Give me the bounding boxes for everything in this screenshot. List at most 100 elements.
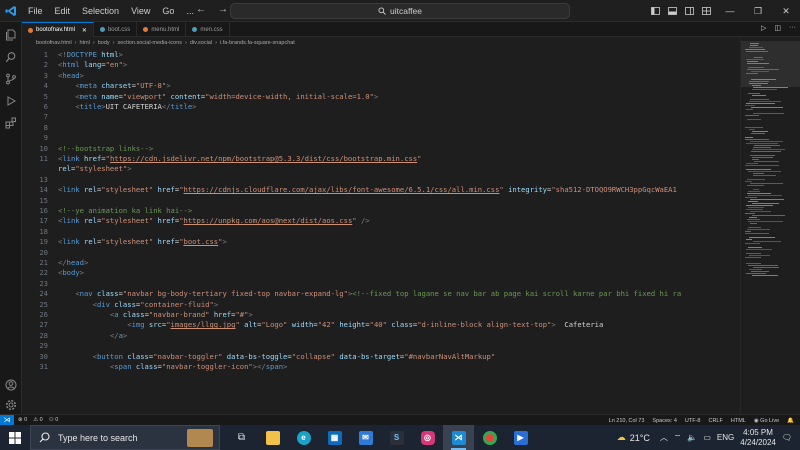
code-line[interactable]: 7 (22, 112, 740, 122)
code-line[interactable]: 6 <title>UIT CAFETERIA</title> (22, 102, 740, 112)
code-line[interactable]: 15 (22, 196, 740, 206)
vscode-taskbar-button[interactable]: ⋊ (443, 425, 474, 450)
input-language[interactable]: ENG (717, 433, 734, 442)
battery-icon[interactable]: ▭ (703, 433, 711, 442)
tab-men-css[interactable]: men.css (186, 22, 230, 37)
tab-menu-html[interactable]: menu.html (137, 22, 187, 37)
code-line[interactable]: 4 <meta charset="UTF-8"> (22, 81, 740, 91)
code-line[interactable]: 19 <link rel="stylesheet" href="boot.css"… (22, 237, 740, 247)
speaker-icon[interactable]: 🔈 (687, 433, 697, 442)
edge-browser-button[interactable]: e (288, 425, 319, 450)
cursor-position[interactable]: Ln 210, Col 73 (609, 418, 645, 424)
code-line[interactable]: 1 <!DOCTYPE html> (22, 50, 740, 60)
breadcrumb-item[interactable]: html (80, 40, 90, 46)
menu-file[interactable]: File (22, 6, 49, 16)
code-line[interactable]: rel="stylesheet"> (22, 164, 740, 174)
code-line[interactable]: 28 </a> (22, 331, 740, 341)
tab-boot-css[interactable]: boot.css (94, 22, 138, 37)
breadcrumb-item[interactable]: bootofnav.html (36, 40, 72, 46)
warnings-count[interactable]: ⚠ 0 (33, 417, 43, 423)
remote-indicator-icon[interactable]: ⋊ (0, 414, 14, 426)
code-line[interactable]: 25 <div class="container-fluid"> (22, 300, 740, 310)
errors-count[interactable]: ⊗ 0 (18, 417, 27, 423)
source-control-icon[interactable] (0, 68, 22, 90)
forward-arrow-icon[interactable]: → (218, 4, 228, 15)
extensions-icon[interactable] (0, 112, 22, 134)
code-line[interactable]: 21 </head> (22, 258, 740, 268)
run-debug-icon[interactable] (0, 90, 22, 112)
app-button[interactable]: S (381, 425, 412, 450)
close-button[interactable]: ✕ (772, 0, 800, 22)
code-line[interactable]: 5 <meta name="viewport" content="width=d… (22, 92, 740, 102)
minimize-button[interactable]: — (716, 0, 744, 22)
ports-count[interactable]: ⚇ 0 (49, 417, 59, 423)
code-line[interactable]: 3 <head> (22, 71, 740, 81)
search-icon[interactable] (0, 46, 22, 68)
code-editor[interactable]: 1 <!DOCTYPE html> 2 <html lang="en"> 3 <head>… (22, 49, 740, 414)
toggle-panel-icon[interactable] (665, 0, 679, 22)
task-view-button[interactable]: ⧉ (226, 425, 257, 450)
code-line[interactable]: 14 <link rel="stylesheet" href="https://c… (22, 185, 740, 195)
code-line[interactable]: 9 (22, 133, 740, 143)
explorer-icon[interactable] (0, 24, 22, 46)
minimap[interactable] (740, 37, 800, 414)
wifi-icon[interactable]: ⌔ (674, 433, 682, 443)
code-line[interactable]: 2 <html lang="en"> (22, 60, 740, 70)
restore-button[interactable]: ❐ (744, 0, 772, 22)
code-line[interactable]: 27 <img src="images/llgg.jpg" alt="Logo"… (22, 320, 740, 330)
command-center-search[interactable]: uitcaffee (230, 3, 570, 19)
account-icon[interactable] (0, 374, 22, 396)
toggle-secondary-sidebar-icon[interactable] (682, 0, 696, 22)
code-line[interactable]: 23 (22, 279, 740, 289)
indentation[interactable]: Spaces: 4 (652, 418, 676, 424)
code-line[interactable]: 30 <button class="navbar-toggler" data-b… (22, 352, 740, 362)
code-line[interactable]: 20 (22, 248, 740, 258)
menu-go[interactable]: Go (156, 6, 180, 16)
breadcrumb-item[interactable]: body (98, 40, 110, 46)
split-editor-icon[interactable]: ◫ (774, 24, 781, 32)
show-hidden-icons-chevron-icon[interactable]: ︿ (660, 432, 668, 443)
minimap-slider[interactable] (741, 41, 800, 87)
breadcrumb-item[interactable]: section.social-media-icons (118, 40, 183, 46)
more-actions-icon[interactable]: ··· (789, 24, 796, 32)
code-line[interactable]: 29 (22, 341, 740, 351)
code-line[interactable]: 16 <!--ye animation ka link hai--> (22, 206, 740, 216)
customize-layout-icon[interactable] (699, 0, 713, 22)
code-line[interactable]: 17 <link rel="stylesheet" href="https://u… (22, 216, 740, 226)
breadcrumb-item[interactable]: div.social (190, 40, 212, 46)
file-explorer-button[interactable] (257, 425, 288, 450)
close-tab-icon[interactable]: ✕ (82, 27, 87, 34)
taskbar-search-box[interactable]: Type here to search (30, 425, 220, 450)
windows-start-button[interactable] (0, 425, 30, 450)
encoding[interactable]: UTF-8 (685, 418, 701, 424)
line-ending[interactable]: CRLF (708, 418, 722, 424)
back-arrow-icon[interactable]: ← (196, 4, 206, 15)
code-line[interactable]: 31 <span class="navbar-toggler-icon"></s… (22, 362, 740, 372)
media-player-button[interactable]: ▶ (505, 425, 536, 450)
clock[interactable]: 4:05 PM 4/24/2024 (740, 428, 776, 448)
toggle-primary-sidebar-icon[interactable] (648, 0, 662, 22)
microsoft-store-button[interactable]: ▦ (319, 425, 350, 450)
code-line[interactable]: 18 (22, 227, 740, 237)
code-line[interactable]: 22 <body> (22, 268, 740, 278)
code-line[interactable]: 11 <link href="https://cdn.jsdelivr.net/n… (22, 154, 740, 164)
notifications-bell-icon[interactable]: 🔔 (787, 418, 794, 424)
chrome-button[interactable] (474, 425, 505, 450)
code-line[interactable]: 24 <nav class="navbar bg-body-tertiary f… (22, 289, 740, 299)
tab-bootofnav[interactable]: bootofnav.html ✕ (22, 22, 94, 37)
language-mode[interactable]: HTML (731, 418, 746, 424)
menu-selection[interactable]: Selection (76, 6, 125, 16)
notifications-icon[interactable]: 🗨 (782, 433, 792, 442)
weather-widget[interactable]: ☁ 21°C (617, 432, 650, 443)
code-line[interactable]: 8 (22, 123, 740, 133)
menu-edit[interactable]: Edit (49, 6, 77, 16)
code-line[interactable]: 13 (22, 175, 740, 185)
code-line[interactable]: 10 <!--bootstrap links--> (22, 144, 740, 154)
breadcrumb-item[interactable]: i.fa-brands.fa-square-snapchat (220, 40, 295, 46)
go-live-button[interactable]: ◉ Go Live (754, 418, 779, 424)
run-icon[interactable]: ▷ (761, 24, 766, 32)
menu-view[interactable]: View (125, 6, 156, 16)
settings-gear-icon[interactable] (0, 394, 22, 416)
instagram-button[interactable]: ◎ (412, 425, 443, 450)
code-line[interactable]: 26 <a class="navbar-brand" href="#"> (22, 310, 740, 320)
